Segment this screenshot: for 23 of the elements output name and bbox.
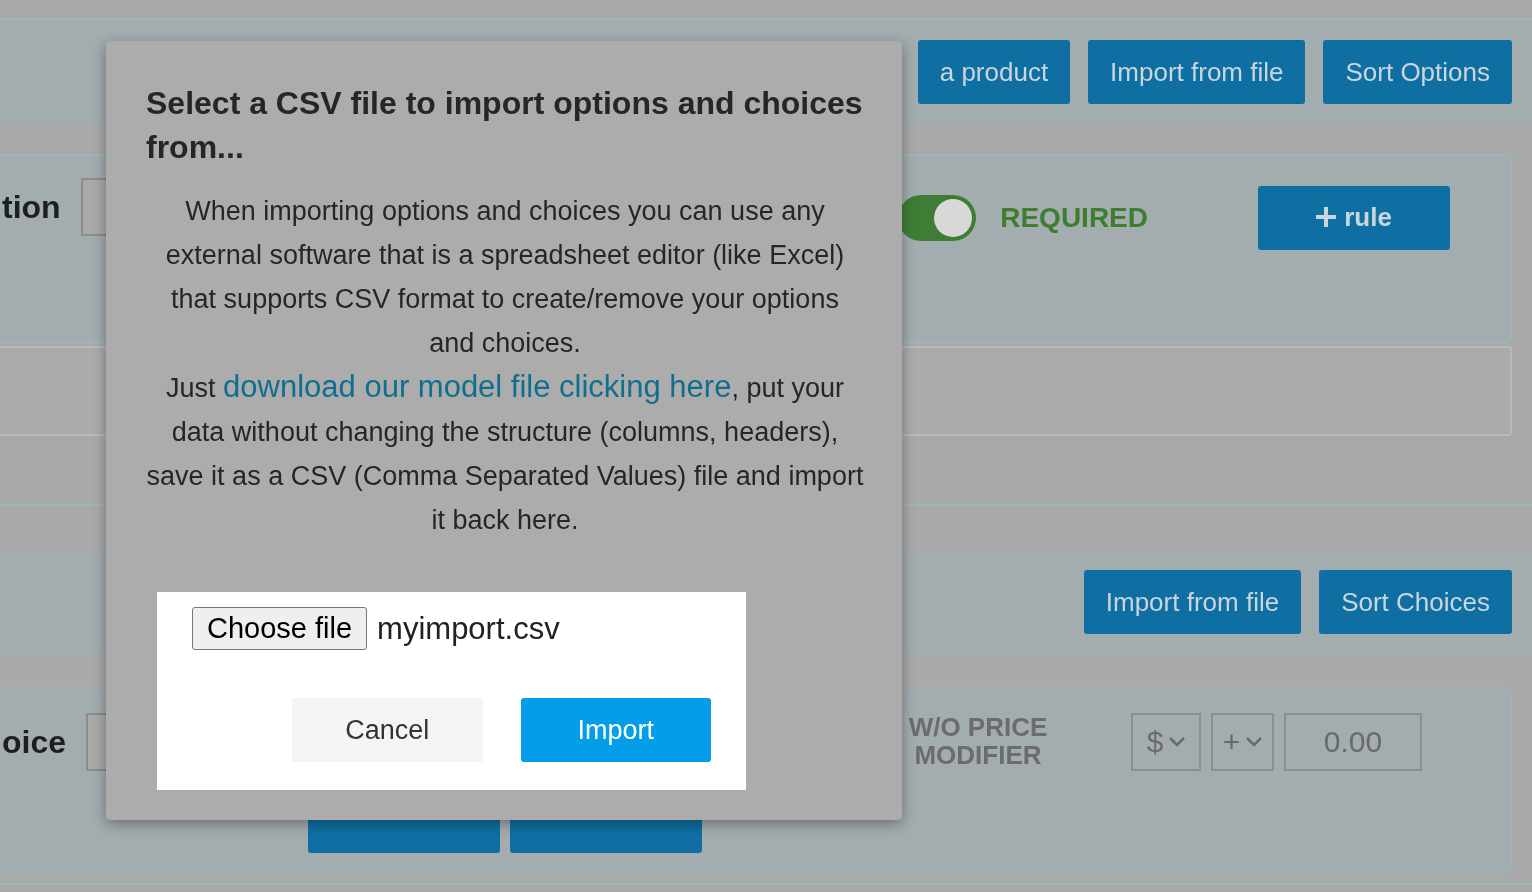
import-button[interactable]: Import [520, 698, 711, 762]
chevron-down-icon [1169, 737, 1186, 747]
currency-select[interactable]: $ [1131, 713, 1201, 771]
plus-icon [1316, 207, 1337, 228]
cancel-button[interactable]: Cancel [292, 698, 483, 762]
choice-label: oice [2, 723, 67, 761]
file-name: myimport.csv [377, 610, 560, 647]
toolbar-button[interactable]: Import from file [1083, 570, 1302, 634]
sign-select[interactable]: + [1211, 713, 1274, 771]
option-label: tion [2, 188, 61, 226]
toolbar-button[interactable]: Sort Choices [1319, 570, 1512, 634]
dialog-title: Select a CSV file to import options and choices from... [146, 84, 864, 167]
chevron-down-icon [1246, 737, 1263, 747]
dialog-description: When importing options and choices you can use any external software that is a spreadsheet editor (like Excel) that supports CSV format to create/remove your options and choices. Just download our model file clicking here, put your data without changing the structure (columns, headers), save it as a CSV (Comma Separated Values) file and import it back here. [146, 195, 864, 537]
toolbar-button[interactable]: Import from file [1088, 40, 1306, 104]
add-rule-button[interactable]: rule [1258, 186, 1450, 250]
toolbar-button[interactable]: Sort Options [1323, 40, 1512, 104]
amount-input[interactable]: 0.00 [1284, 713, 1422, 771]
choose-file-button[interactable]: Choose file [192, 607, 368, 650]
price-modifier-label: W/O PRICE MODIFIER [908, 713, 1048, 769]
model-file-link[interactable]: download our model file clicking here [223, 369, 732, 404]
required-label: REQUIRED [1000, 202, 1148, 234]
toolbar-button[interactable]: a product [917, 40, 1071, 104]
